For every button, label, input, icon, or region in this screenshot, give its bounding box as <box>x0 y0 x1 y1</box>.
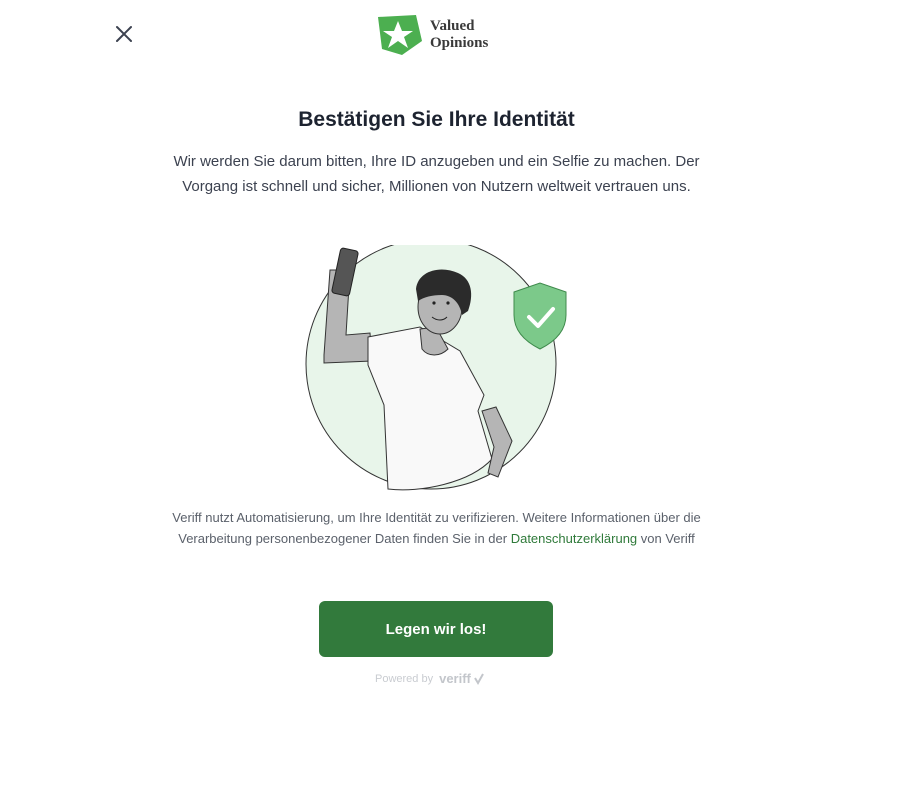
close-icon <box>116 26 132 42</box>
powered-by: Powered by veriff <box>375 671 484 686</box>
veriff-check-icon <box>474 673 484 685</box>
privacy-text-after: von Veriff <box>637 531 695 546</box>
page-title: Bestätigen Sie Ihre Identität <box>298 108 575 131</box>
privacy-policy-link[interactable]: Datenschutzerklärung <box>511 531 637 546</box>
logo-line1: Valued <box>430 18 475 34</box>
privacy-notice: Veriff nutzt Automatisierung, um Ihre Id… <box>152 507 721 549</box>
selfie-illustration <box>300 238 580 495</box>
intro-text: Wir werden Sie darum bitten, Ihre ID anz… <box>173 153 700 195</box>
close-button[interactable] <box>112 22 136 46</box>
logo-text: Valued Opinions <box>430 18 488 52</box>
start-button[interactable]: Legen wir los! <box>319 601 553 657</box>
veriff-brand: veriff <box>439 671 471 686</box>
valued-opinions-logo: Valued Opinions <box>376 13 488 57</box>
logo-star-icon <box>378 15 422 55</box>
logo-line2: Opinions <box>430 35 489 51</box>
powered-by-label: Powered by <box>375 672 434 685</box>
